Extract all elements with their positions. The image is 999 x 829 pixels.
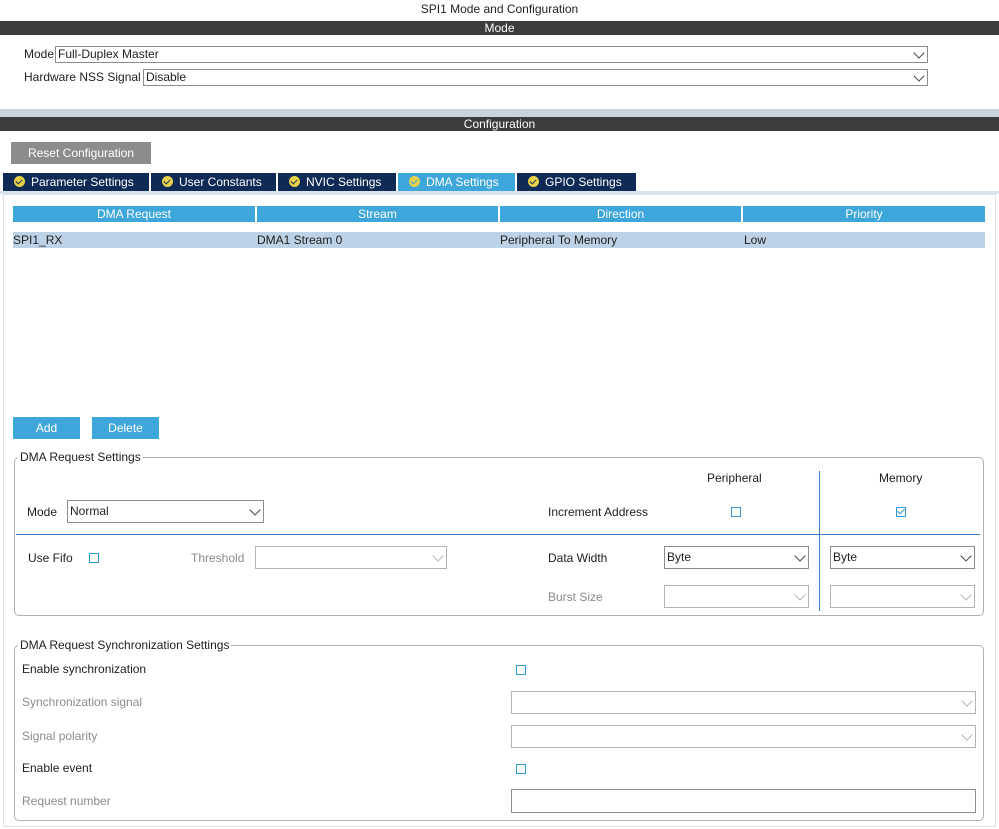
tab-dma-settings[interactable]: DMA Settings	[398, 173, 515, 191]
cell-direction: Peripheral To Memory	[500, 233, 618, 247]
table-row[interactable]	[13, 232, 985, 248]
tab-gpio-settings[interactable]: GPIO Settings	[517, 173, 636, 191]
use-fifo-checkbox[interactable]	[89, 553, 99, 563]
chevron-down-icon	[249, 503, 261, 516]
config-section-header: Configuration	[0, 117, 999, 131]
dma-mode-value: Normal	[70, 504, 109, 518]
add-button[interactable]: Add	[13, 417, 80, 439]
increment-address-label: Increment Address	[548, 505, 649, 519]
sync-signal-label: Synchronization signal	[22, 695, 143, 709]
reset-configuration-button[interactable]: Reset Configuration	[11, 142, 151, 164]
check-circle-icon	[289, 176, 300, 187]
burst-size-label: Burst Size	[548, 590, 603, 604]
peripheral-data-width-select[interactable]: Byte	[664, 546, 809, 569]
check-circle-icon	[14, 176, 25, 187]
nss-label: Hardware NSS Signal	[24, 70, 141, 84]
memory-burst-size-select[interactable]	[830, 585, 975, 608]
mode-select-value: Full-Duplex Master	[58, 47, 159, 61]
check-circle-icon	[528, 176, 539, 187]
cell-priority: Low	[744, 233, 767, 247]
check-circle-icon	[162, 176, 173, 187]
tab-parameter-settings[interactable]: Parameter Settings	[3, 173, 149, 191]
column-header-stream[interactable]: Stream	[257, 206, 498, 222]
memory-header: Memory	[879, 471, 923, 485]
threshold-label: Threshold	[191, 551, 245, 565]
column-header-dma-request[interactable]: DMA Request	[13, 206, 255, 222]
chevron-down-icon	[432, 549, 444, 562]
request-number-label: Request number	[22, 794, 111, 808]
section-separator	[0, 109, 999, 117]
request-number-input[interactable]	[511, 789, 976, 813]
chevron-down-icon	[961, 694, 973, 707]
data-width-label: Data Width	[548, 551, 608, 565]
tab-label: User Constants	[179, 175, 262, 189]
enable-sync-checkbox[interactable]	[516, 665, 526, 675]
memory-data-width-value: Byte	[833, 550, 858, 564]
use-fifo-label: Use Fifo	[28, 551, 73, 565]
chevron-down-icon	[794, 549, 806, 562]
threshold-select[interactable]	[255, 546, 447, 569]
signal-polarity-label: Signal polarity	[22, 729, 98, 743]
dma-mode-select[interactable]: Normal	[67, 500, 264, 523]
mode-label: Mode	[24, 47, 55, 61]
chevron-down-icon	[960, 549, 972, 562]
enable-event-label: Enable event	[22, 761, 93, 775]
nss-select[interactable]: Disable	[143, 69, 928, 86]
chevron-down-icon	[794, 588, 806, 601]
enable-event-checkbox[interactable]	[516, 764, 526, 774]
peripheral-data-width-value: Byte	[667, 550, 692, 564]
nss-select-value: Disable	[146, 70, 187, 84]
tab-label: DMA Settings	[426, 175, 499, 189]
mode-select[interactable]: Full-Duplex Master	[55, 46, 928, 63]
tab-user-constants[interactable]: User Constants	[151, 173, 276, 191]
column-header-direction[interactable]: Direction	[500, 206, 741, 222]
mode-section-header: Mode	[0, 21, 999, 35]
peripheral-header: Peripheral	[707, 471, 762, 485]
peripheral-increment-checkbox[interactable]	[731, 507, 741, 517]
column-header-priority[interactable]: Priority	[743, 206, 985, 222]
chevron-down-icon	[913, 46, 925, 59]
signal-polarity-select[interactable]	[511, 725, 976, 748]
tab-label: NVIC Settings	[306, 175, 382, 189]
chevron-down-icon	[960, 588, 972, 601]
row-divider	[16, 534, 980, 535]
memory-increment-checkbox[interactable]	[896, 507, 906, 517]
cell-stream: DMA1 Stream 0	[257, 233, 343, 247]
tab-nvic-settings[interactable]: NVIC Settings	[278, 173, 396, 191]
column-divider	[819, 471, 820, 611]
tab-label: GPIO Settings	[545, 175, 622, 189]
chevron-down-icon	[961, 728, 973, 741]
dma-mode-label: Mode	[27, 505, 58, 519]
delete-button[interactable]: Delete	[92, 417, 159, 439]
window-title: SPI1 Mode and Configuration	[420, 2, 579, 16]
sync-signal-select[interactable]	[511, 691, 976, 714]
enable-sync-label: Enable synchronization	[22, 662, 147, 676]
dma-sync-settings-title: DMA Request Synchronization Settings	[18, 638, 232, 652]
memory-data-width-select[interactable]: Byte	[830, 546, 975, 569]
tab-label: Parameter Settings	[31, 175, 134, 189]
dma-request-settings-title: DMA Request Settings	[18, 450, 143, 464]
check-circle-icon	[409, 176, 420, 187]
peripheral-burst-size-select[interactable]	[664, 585, 809, 608]
cell-dma-request: SPI1_RX	[13, 233, 63, 247]
chevron-down-icon	[913, 69, 925, 82]
